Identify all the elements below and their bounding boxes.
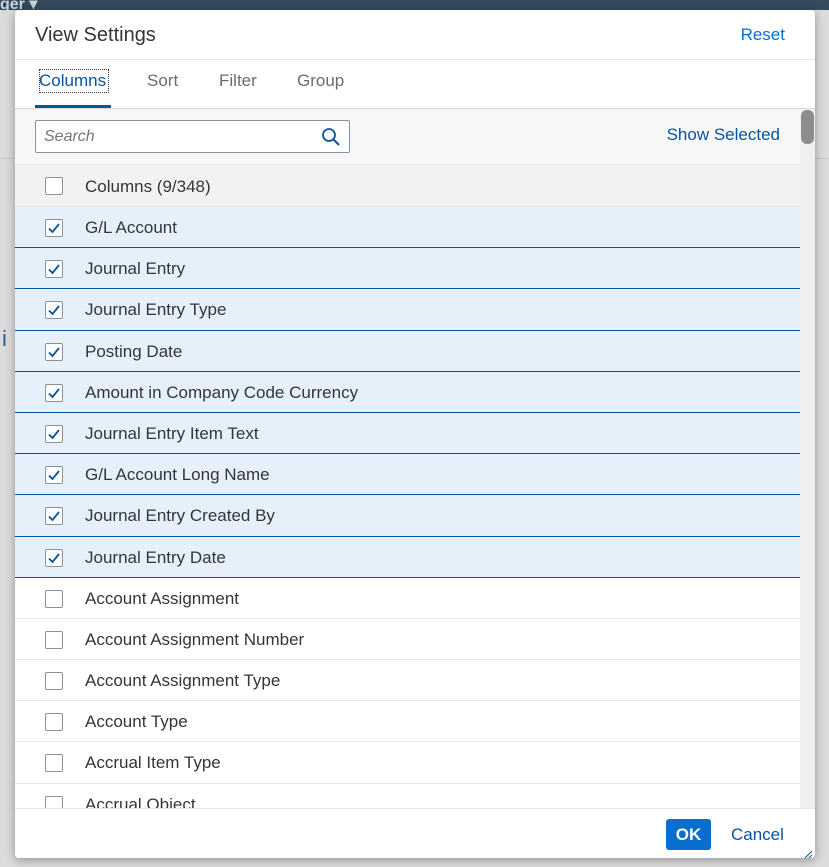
column-checkbox[interactable] (45, 219, 63, 237)
tab-filter[interactable]: Filter (219, 71, 257, 91)
bg-divider (0, 158, 15, 159)
column-label: Accrual Item Type (85, 753, 221, 773)
column-label: G/L Account (85, 218, 177, 237)
column-checkbox[interactable] (45, 548, 63, 567)
column-label: Posting Date (85, 341, 183, 361)
tab-bar: Columns Sort Filter Group (15, 60, 815, 109)
select-all-label: Columns (9/348) (85, 177, 211, 196)
column-checkbox[interactable] (45, 507, 63, 526)
column-list-item[interactable]: Amount in Company Code Currency (15, 371, 800, 413)
column-label: Journal Entry Type (85, 300, 227, 320)
column-list-item[interactable]: G/L Account (15, 207, 800, 249)
column-label: Accrual Object (85, 794, 196, 808)
cancel-button[interactable]: Cancel (731, 825, 784, 845)
tab-columns[interactable]: Columns (39, 71, 106, 91)
column-checkbox[interactable] (45, 342, 63, 361)
column-checkbox[interactable] (45, 301, 63, 320)
column-label: Amount in Company Code Currency (85, 382, 359, 402)
tab-group[interactable]: Group (297, 71, 344, 91)
scrollbar[interactable] (800, 109, 815, 808)
column-label: Account Assignment Type (85, 671, 281, 691)
column-label: Journal Entry Item Text (85, 423, 259, 443)
search-input[interactable] (44, 121, 314, 152)
column-list-item[interactable]: Journal Entry Date (15, 536, 800, 578)
column-list-item[interactable]: G/L Account Long Name (15, 454, 800, 496)
column-label: Journal Entry Date (85, 547, 226, 567)
bg-divider (815, 158, 829, 159)
dialog-header: View Settings Reset (15, 10, 815, 60)
column-checkbox[interactable] (45, 754, 63, 773)
app-header (0, 0, 829, 10)
select-all-checkbox[interactable] (45, 177, 63, 195)
column-list-item[interactable]: Account Assignment Number (15, 619, 800, 661)
column-list-item[interactable]: Account Type (15, 701, 800, 743)
column-list-item[interactable]: Journal Entry (15, 248, 800, 290)
bg-text-fragment: i (2, 326, 7, 351)
column-label: G/L Account Long Name (85, 465, 270, 485)
column-list-item[interactable]: Journal Entry Created By (15, 495, 800, 537)
column-label: Account Assignment Number (85, 629, 305, 649)
select-all-row[interactable]: Columns (9/348) (15, 165, 800, 207)
column-list-item[interactable]: Accrual Item Type (15, 742, 800, 784)
search-icon[interactable] (321, 127, 341, 147)
tab-sort[interactable]: Sort (147, 71, 178, 91)
column-checkbox[interactable] (45, 466, 63, 485)
column-label: Journal Entry Created By (85, 506, 275, 526)
column-list-item[interactable]: Account Assignment Type (15, 660, 800, 702)
column-checkbox[interactable] (45, 383, 63, 402)
show-selected-button[interactable]: Show Selected (667, 125, 780, 145)
view-settings-dialog: View Settings Reset Columns Sort Filter … (15, 10, 815, 858)
dialog-title: View Settings (35, 24, 156, 46)
column-checkbox[interactable] (45, 424, 63, 443)
columns-toolbar: Show Selected (15, 109, 800, 165)
column-checkbox[interactable] (45, 713, 63, 732)
column-list-item[interactable]: Accrual Object (15, 784, 800, 808)
column-list: G/L Account Journal Entry Journal Entry Ty… (15, 207, 800, 808)
column-checkbox[interactable] (45, 260, 63, 279)
dialog-footer: OK Cancel (15, 808, 815, 858)
column-checkbox[interactable] (45, 795, 63, 808)
active-tab-indicator (35, 105, 111, 108)
search-field (35, 120, 350, 153)
column-label: Account Assignment (85, 588, 240, 608)
column-checkbox[interactable] (45, 589, 63, 608)
column-list-item[interactable]: Account Assignment (15, 578, 800, 619)
column-label: Account Type (85, 712, 188, 732)
column-checkbox[interactable] (45, 672, 63, 691)
column-list-item[interactable]: Posting Date (15, 330, 800, 372)
column-list-item[interactable]: Journal Entry Type (15, 289, 800, 331)
resize-grip-icon[interactable] (803, 847, 813, 858)
column-list-item[interactable]: Journal Entry Item Text (15, 412, 800, 455)
ok-button[interactable]: OK (666, 819, 711, 850)
reset-button[interactable]: Reset (741, 25, 785, 45)
scrollbar-thumb[interactable] (801, 110, 814, 144)
column-checkbox[interactable] (45, 630, 63, 649)
column-label: Journal Entry (85, 259, 186, 279)
